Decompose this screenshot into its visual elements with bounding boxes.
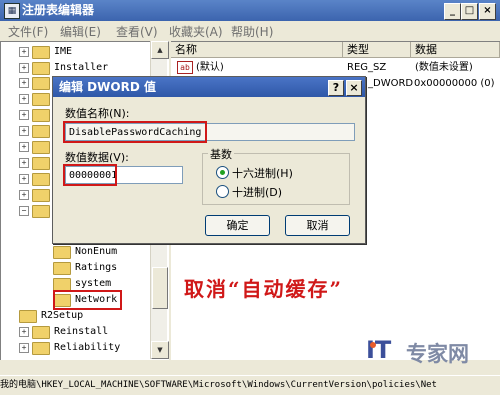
decimal-radio[interactable]	[216, 185, 229, 198]
expand-icon[interactable]: +	[19, 142, 29, 152]
decimal-label[interactable]: 十进制(D)	[232, 184, 282, 200]
folder-icon	[32, 204, 50, 218]
scroll-up-button[interactable]: ▲	[151, 41, 169, 59]
tree-item-r2setup[interactable]: R2Setup	[19, 308, 83, 324]
help-button[interactable]: ?	[328, 80, 344, 96]
regedit-icon: ▦	[4, 3, 20, 19]
tree-item[interactable]: +	[19, 76, 54, 92]
expand-icon[interactable]: +	[19, 47, 29, 57]
tree-item[interactable]: + Installer	[19, 60, 108, 76]
collapse-icon[interactable]: −	[19, 206, 29, 216]
folder-icon	[32, 61, 50, 75]
dialog-title: 编辑 DWORD 值	[59, 80, 156, 94]
menu-edit[interactable]: 编辑(E)	[60, 23, 101, 40]
folder-icon	[53, 245, 71, 259]
menu-help[interactable]: 帮助(H)	[231, 23, 273, 40]
minimize-button[interactable]: _	[444, 3, 461, 20]
expand-icon[interactable]: +	[19, 126, 29, 136]
expand-icon[interactable]: +	[19, 63, 29, 73]
expand-icon[interactable]: +	[19, 343, 29, 353]
folder-icon	[32, 325, 50, 339]
list-item[interactable]: ab (默认) REG_SZ (数值未设置)	[171, 60, 500, 76]
logo-cn-text: 专家网	[406, 342, 469, 366]
tree-item[interactable]: +	[19, 188, 54, 204]
logo-dot-icon	[370, 342, 376, 348]
folder-icon	[32, 172, 50, 186]
tree-item-reliability[interactable]: + Reliability	[19, 340, 120, 356]
window-title: 注册表编辑器	[22, 3, 95, 17]
tree-item[interactable]: −	[19, 204, 54, 220]
annotation-text: 取消“自动缓存”	[184, 277, 344, 301]
folder-icon	[53, 277, 71, 291]
menu-view[interactable]: 查看(V)	[116, 23, 158, 40]
hex-radio[interactable]	[216, 166, 229, 179]
maximize-button[interactable]: □	[461, 3, 478, 20]
value-data-label: 数值数据(V):	[65, 151, 129, 164]
scroll-down-button[interactable]: ▼	[151, 341, 169, 359]
scroll-thumb[interactable]	[152, 267, 168, 309]
value-name-label: 数值名称(N):	[65, 107, 130, 120]
title-bar[interactable]: ▦ 注册表编辑器 _ □ ×	[0, 0, 500, 21]
column-type[interactable]: 类型	[343, 42, 411, 58]
folder-icon	[32, 188, 50, 202]
folder-icon	[32, 108, 50, 122]
itexpert-watermark-logo: IT 专家网	[366, 336, 496, 366]
name-highlight-box	[63, 121, 207, 143]
cancel-button[interactable]: 取消	[285, 215, 350, 236]
folder-icon	[53, 261, 71, 275]
hex-label[interactable]: 十六进制(H)	[232, 165, 293, 181]
dialog-title-bar[interactable]: 编辑 DWORD 值 ? ×	[53, 77, 365, 97]
tree-item[interactable]: +	[19, 124, 54, 140]
folder-icon	[19, 309, 37, 323]
tree-item-nonenum[interactable]: NonEnum	[53, 244, 117, 260]
status-bar: 我的电脑\HKEY_LOCAL_MACHINE\SOFTWARE\Microso…	[0, 375, 500, 395]
data-highlight-box	[63, 164, 117, 186]
close-button[interactable]: ×	[479, 3, 496, 20]
folder-icon	[32, 341, 50, 355]
logo-it-text: IT	[366, 336, 392, 364]
radio-selected-dot	[220, 170, 225, 175]
tree-item[interactable]: +	[19, 172, 54, 188]
ok-button[interactable]: 确定	[205, 215, 270, 236]
expand-icon[interactable]: +	[19, 327, 29, 337]
base-group-label: 基数	[208, 146, 234, 162]
menu-favorites[interactable]: 收藏夹(A)	[169, 23, 223, 40]
folder-icon	[32, 124, 50, 138]
string-value-icon: ab	[177, 60, 193, 74]
menu-bar: 文件(F) 编辑(E) 查看(V) 收藏夹(A) 帮助(H)	[0, 21, 500, 40]
tree-item[interactable]: +	[19, 92, 54, 108]
folder-icon	[32, 76, 50, 90]
tree-item[interactable]: + IME	[19, 44, 72, 60]
expand-icon[interactable]: +	[19, 158, 29, 168]
tree-item-reinstall[interactable]: + Reinstall	[19, 324, 108, 340]
tree-item[interactable]: +	[19, 140, 54, 156]
expand-icon[interactable]: +	[19, 190, 29, 200]
column-data[interactable]: 数据	[411, 42, 500, 58]
tree-item[interactable]: +	[19, 108, 54, 124]
folder-icon	[32, 92, 50, 106]
column-name[interactable]: 名称	[171, 42, 343, 58]
menu-file[interactable]: 文件(F)	[8, 23, 48, 40]
expand-icon[interactable]: +	[19, 78, 29, 88]
folder-icon	[32, 140, 50, 154]
expand-icon[interactable]: +	[19, 94, 29, 104]
tree-item-ratings[interactable]: Ratings	[53, 260, 117, 276]
folder-icon	[32, 156, 50, 170]
folder-icon	[32, 45, 50, 59]
network-highlight-box	[53, 290, 122, 310]
expand-icon[interactable]: +	[19, 110, 29, 120]
tree-item[interactable]: +	[19, 156, 54, 172]
dialog-close-button[interactable]: ×	[346, 80, 362, 96]
expand-icon[interactable]: +	[19, 174, 29, 184]
edit-dword-dialog: 编辑 DWORD 值 ? × 数值名称(N): DisablePasswordC…	[52, 76, 366, 244]
registry-editor-window: ▦ 注册表编辑器 _ □ × 文件(F) 编辑(E) 查看(V) 收藏夹(A) …	[0, 0, 500, 395]
